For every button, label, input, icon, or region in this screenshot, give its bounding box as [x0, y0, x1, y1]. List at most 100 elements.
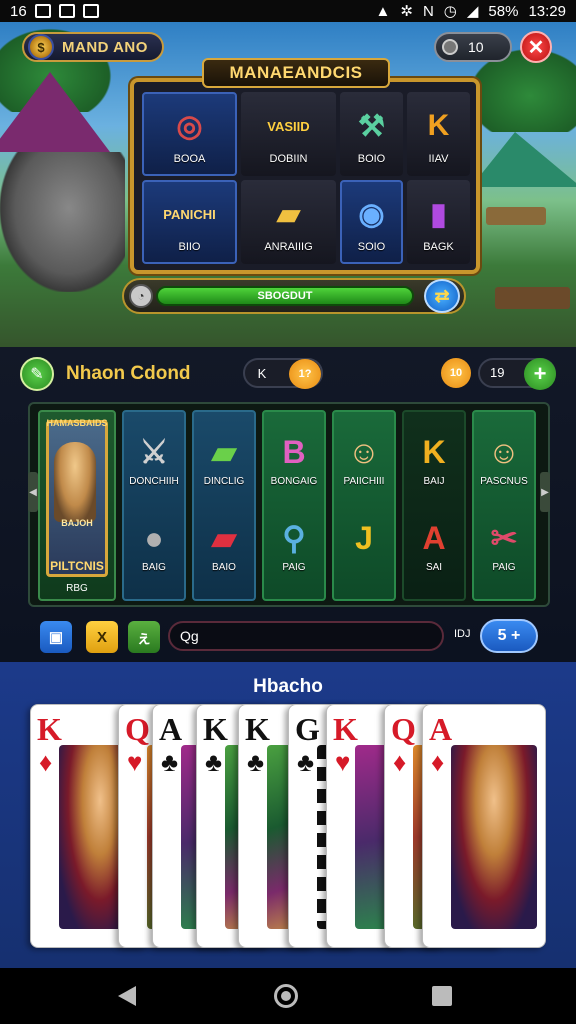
board-cell-label: BAGK [423, 241, 454, 253]
stake-button[interactable]: 5 + [480, 619, 538, 653]
reel-symbol-label: BAIJ [423, 476, 445, 487]
card-suit-icon: ♣ [161, 747, 179, 777]
feature-bottom-text: PILTCNIS [50, 559, 104, 573]
board-cell-label: IIAV [428, 153, 449, 165]
status-bar: 16 ▲ ✲ N ◷ ◢ 58% 13:29 [0, 0, 576, 22]
reel-column[interactable]: ⚔ DONCHIIH ● BAIG [122, 410, 186, 601]
reel-symbol-icon: ✂ [490, 520, 518, 556]
card-rank: K [203, 711, 228, 747]
board-cell[interactable]: K IIAV [407, 92, 470, 176]
reel-symbol-label: BAIG [142, 562, 166, 573]
card-suit-icon: ♦ [39, 747, 53, 777]
home-icon[interactable] [274, 984, 298, 1008]
feature-mid-text: BAJOH [61, 518, 93, 528]
brand-badge[interactable]: $ MAND ANO [22, 32, 164, 62]
board-cell[interactable]: ⚒ BOIO [340, 92, 403, 176]
board-cell[interactable]: PANICHI BIIO [142, 180, 237, 264]
board-cell-label: BOIO [357, 153, 386, 165]
reel-symbol: ▰ DINCLIG [194, 430, 254, 487]
board-cell[interactable]: ◉ SOIO [340, 180, 403, 264]
coin-count: 10 [468, 39, 484, 55]
board-cell-label: DOBIIN [269, 153, 308, 165]
reel-symbol: B BONGAIG [264, 430, 324, 488]
playing-card[interactable]: A ♦ [422, 704, 546, 948]
message-icon [82, 4, 99, 18]
reel-column[interactable]: ▰ DINCLIG ▰ BAIO [192, 410, 256, 601]
section-icon[interactable]: ✎ [20, 357, 54, 391]
reel-symbol-icon: A [422, 519, 446, 556]
board-cell-label: ANRAIIIG [264, 241, 313, 253]
card-rank: K [245, 711, 270, 747]
brand-name: MAND ANO [62, 38, 148, 56]
reel-symbol-icon: ⚲ [282, 520, 306, 556]
board-title: MANAEANDCIS [202, 58, 390, 88]
card-suit-icon: ♥ [127, 747, 143, 777]
add-button[interactable]: + [524, 358, 556, 390]
status-left-text: 16 [10, 2, 27, 20]
reel-symbol-icon: ● [144, 519, 164, 556]
card-rank: A [429, 711, 453, 747]
reel-symbol: ☺ PAIICHIII [334, 430, 394, 488]
reel-symbol-label: PAIG [492, 562, 516, 573]
board-symbol-icon: ◉ [358, 197, 385, 231]
board-grid: ◎ BOOA VASIID DOBIIN ⚒ BOIO K IIAV PANICHI BIIO ▰ A… [142, 92, 470, 264]
board-cell[interactable]: ▰ ANRAIIIG [241, 180, 336, 264]
card-suit-icon: ♣ [247, 747, 265, 777]
board-cell[interactable]: VASIID DOBIIN [241, 92, 336, 176]
board-cell[interactable]: ▮ BAGK [407, 180, 470, 264]
card-rank: K [37, 711, 62, 747]
clock-icon: ◔ [129, 284, 153, 308]
bonus-board: ◎ BOOA VASIID DOBIIN ⚒ BOIO K IIAV PANICHI BIIO ▰ A… [130, 78, 480, 274]
card-suit-icon: ♣ [297, 747, 315, 777]
level-badge[interactable]: 10 [441, 358, 471, 388]
reel-column[interactable]: ☺ PASCNUS ✂ PAIG [472, 410, 536, 601]
gallery-icon [58, 4, 75, 18]
board-cell-label: BIIO [178, 241, 201, 253]
spin-button[interactable]: ⇄ [424, 279, 460, 313]
extra-button[interactable]: ぇ [128, 621, 160, 653]
reel-symbol-icon: ☺ [487, 433, 521, 470]
brand-logo-icon: $ [28, 34, 54, 60]
reel-symbol-label: PASCNUS [480, 476, 528, 487]
coin-counter[interactable]: 10 [434, 32, 512, 62]
reel-symbol-label: DONCHIIH [129, 476, 179, 487]
coin-icon [442, 39, 458, 55]
reel-symbol: K BAIJ [404, 430, 464, 488]
close-button[interactable]: ✕ [520, 31, 552, 63]
slot-panel: ✎ Nhaon Cdond K 1? 10 19 + HAMASBAIDS BA… [0, 347, 576, 662]
feature-label: RBG [66, 583, 88, 594]
reel-left-arrow-icon[interactable]: ◀ [28, 472, 38, 512]
back-icon[interactable] [118, 986, 136, 1006]
reel-column[interactable]: B BONGAIG ⚲ PAIG [262, 410, 326, 601]
reel-symbol: ▰ BAIO [194, 516, 254, 573]
progress-row: ◔ SBOGDUT ⇄ [122, 278, 466, 314]
mode-toggle[interactable]: K 1? [243, 358, 323, 389]
reel-right-arrow-icon[interactable]: ▶ [540, 472, 550, 512]
reel-symbol-label: BONGAIG [270, 476, 318, 487]
board-symbol-icon: K [427, 109, 450, 142]
recent-apps-icon[interactable] [432, 986, 452, 1006]
board-symbol-icon: ▮ [430, 197, 447, 231]
navigation-bar [0, 968, 576, 1024]
mute-icon: N [422, 2, 434, 20]
search-input[interactable]: Qg [168, 621, 444, 651]
reel-column[interactable]: K BAIJ A SAI [402, 410, 466, 601]
reel-symbol-label: PAIG [282, 562, 306, 573]
card-art [451, 745, 537, 929]
reel-symbol-icon: ⚔ [139, 434, 169, 470]
card-rank: A [159, 711, 183, 747]
reel-symbol: ⚔ DONCHIIH [124, 430, 184, 487]
battery-text: 58% [488, 2, 519, 20]
settings-status-icon: ✲ [400, 3, 413, 20]
feature-reel[interactable]: HAMASBAIDS BAJOH PILTCNIS RBG [38, 410, 116, 601]
board-cell[interactable]: ◎ BOOA [142, 92, 237, 176]
reel-symbol: ⚲ PAIG [264, 516, 324, 573]
feature-character [54, 442, 96, 522]
cancel-button[interactable]: X [86, 621, 118, 653]
reel-column[interactable]: ☺ PAIICHIII J [332, 410, 396, 601]
bench-back [486, 207, 546, 225]
reel-symbol-icon: ☺ [347, 433, 381, 470]
menu-button[interactable]: ▣ [40, 621, 72, 653]
feature-top-text: HAMASBAIDS [46, 418, 108, 428]
count-value: 19 [490, 365, 505, 380]
